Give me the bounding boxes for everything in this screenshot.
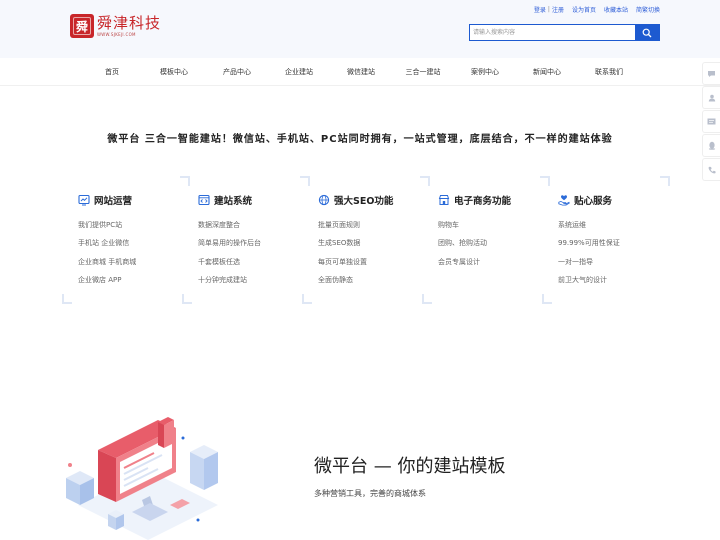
feature-title: 建站系统 [214,196,253,207]
chart-board-icon [78,194,90,206]
nav-item-wechat-site[interactable]: 微信建站 [347,67,375,77]
feature-list: 系统运维 99.99%可用性保证 一对一指导 前卫大气的设计 [558,219,620,292]
search-box [469,24,660,41]
shop-icon [438,194,450,206]
language-switch-link[interactable]: 简繁切换 [636,5,660,14]
search-button[interactable] [635,25,659,40]
logo-mark-icon: 舜 [70,14,94,38]
list-item: 我们提供PC站 [78,221,123,229]
nav-item-news[interactable]: 新闻中心 [533,67,561,77]
search-icon [642,28,652,37]
main-nav: 首页 模板中心 产品中心 企业建站 微信建站 三合一建站 案例中心 新闻中心 联… [0,58,720,86]
side-user-button[interactable] [702,86,720,109]
separator: | [547,6,550,13]
list-item: 简单易用的操作后台 [198,239,261,248]
promo-title: 微平台 — 你的建站模板 [314,456,506,477]
feature-title: 贴心服务 [574,196,613,207]
slogan: 微平台 三合一智能建站！微信站、手机站、PC站同时拥有，一站式管理，底层结合，不… [107,134,613,145]
list-item: 前卫大气的设计 [558,275,607,284]
logo-text-wrap: 舜津科技 WWW.SJKEJI.COM [97,14,162,38]
list-item: 团购、抢购活动 [438,239,487,248]
side-phone-button[interactable] [702,158,720,181]
search-input[interactable] [470,25,635,40]
nav-item-products[interactable]: 产品中心 [223,67,251,77]
list-item: 每页可单独设置 [318,257,367,266]
nav-item-home[interactable]: 首页 [105,67,119,77]
list-item: 数据深度整合 [198,221,240,229]
list-item: 十分钟完成建站 [198,275,247,284]
feature-ecommerce: 电子商务功能 购物车 团购、抢购活动 会员专属设计 [422,176,550,304]
code-window-icon [198,194,210,206]
user-icon [708,94,715,101]
feature-seo: 强大SEO功能 批量页面规则 生成SEO数据 每页可单独设置 全面伪静态 [302,176,430,304]
logo-mark-char: 舜 [75,19,88,34]
heart-hand-icon [558,194,570,206]
list-item: 系统运维 [558,221,586,229]
logo[interactable]: 舜 舜津科技 WWW.SJKEJI.COM [70,14,161,38]
feature-title: 强大SEO功能 [334,196,394,207]
nav-item-contact[interactable]: 联系我们 [595,67,623,77]
nav-item-enterprise-site[interactable]: 企业建站 [285,67,313,77]
feature-list: 购物车 团购、抢购活动 会员专属设计 [438,219,487,274]
floating-sidebar [702,62,720,182]
nav-item-three-in-one[interactable]: 三合一建站 [406,67,441,77]
top-links: 登录 | 注册 设为首页 收藏本站 简繁切换 [534,5,660,14]
list-item: 购物车 [438,221,459,229]
header: 舜 舜津科技 WWW.SJKEJI.COM 登录 | 注册 设为首页 收藏本站 … [0,0,720,58]
register-link[interactable]: 注册 [552,5,564,14]
isometric-computer-illustration [66,417,218,540]
feature-website-operation: 网站运营 我们提供PC站 手机站 企业微信 企业商城 手机商城 企业微店 APP [62,176,190,304]
feature-title: 网站运营 [94,196,133,207]
side-chat-button[interactable] [702,62,720,85]
globe-icon [318,194,330,206]
feature-list: 批量页面规则 生成SEO数据 每页可单独设置 全面伪静态 [318,219,367,292]
feature-site-system: 建站系统 数据深度整合 简单易用的操作后台 千套模板任选 十分钟完成建站 [182,176,310,304]
promo-subtitle: 多种营销工具，完善的商城体系 [314,489,426,498]
list-item: 全面伪静态 [318,275,353,284]
feature-title: 电子商务功能 [454,196,512,207]
nav-item-templates[interactable]: 模板中心 [160,67,188,77]
phone-icon [708,166,716,173]
list-item: 99.99%可用性保证 [558,239,620,248]
feature-list: 数据深度整合 简单易用的操作后台 千套模板任选 十分钟完成建站 [198,219,261,292]
message-icon [707,118,716,125]
list-item: 企业微店 APP [78,275,122,284]
list-item: 批量页面规则 [318,221,360,229]
chat-icon [708,70,715,77]
list-item: 千套模板任选 [198,257,240,266]
set-homepage-link[interactable]: 设为首页 [572,5,596,14]
logo-text: 舜津科技 [97,14,162,32]
feature-service: 贴心服务 系统运维 99.99%可用性保证 一对一指导 前卫大气的设计 [542,176,670,304]
bookmark-link[interactable]: 收藏本站 [604,5,628,14]
feature-list: 我们提供PC站 手机站 企业微信 企业商城 手机商城 企业微店 APP [78,219,136,292]
list-item: 一对一指导 [558,257,593,266]
list-item: 手机站 企业微信 [78,239,130,248]
list-item: 会员专属设计 [438,257,480,266]
nav-item-cases[interactable]: 案例中心 [471,67,499,77]
list-item: 生成SEO数据 [318,239,361,248]
login-link[interactable]: 登录 [534,5,546,14]
logo-sub: WWW.SJKEJI.COM [97,32,136,37]
list-item: 企业商城 手机商城 [78,257,137,266]
